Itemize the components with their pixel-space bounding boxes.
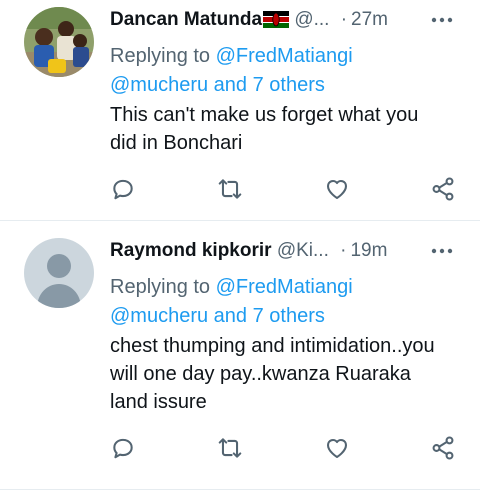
author-name[interactable]: Dancan Matunda xyxy=(110,9,262,30)
avatar-photo xyxy=(24,7,94,77)
share-button[interactable] xyxy=(430,435,456,461)
like-button[interactable] xyxy=(324,435,350,461)
timestamp[interactable]: 19m xyxy=(350,240,387,261)
retweet-icon xyxy=(218,179,242,199)
retweet-button[interactable] xyxy=(217,435,243,461)
like-icon xyxy=(326,439,348,459)
replying-to: Replying to @FredMatiangi xyxy=(110,43,353,69)
replying-to: Replying to @FredMatiangi xyxy=(110,274,353,300)
reply-others-link[interactable]: @mucheru and 7 others xyxy=(110,74,325,96)
more-icon[interactable] xyxy=(430,8,454,32)
tweet-actions xyxy=(110,435,466,461)
reply-button[interactable] xyxy=(110,435,136,461)
reply-to-link[interactable]: @FredMatiangi xyxy=(216,276,353,298)
reply-others-link[interactable]: @mucheru and 7 others xyxy=(110,305,325,327)
retweet-icon xyxy=(218,438,242,458)
tweet-header: Raymond kipkorir @Ki... · 19m xyxy=(110,239,466,263)
tweet[interactable]: Raymond kipkorir @Ki... · 19m Replying to… xyxy=(0,221,480,490)
like-button[interactable] xyxy=(324,176,350,202)
timestamp[interactable]: 27m xyxy=(351,9,388,30)
replying-to-label: Replying to xyxy=(110,276,211,298)
reply-icon xyxy=(113,179,133,200)
share-button[interactable] xyxy=(430,176,456,202)
kenya-flag-icon xyxy=(263,11,290,35)
replying-to-others: @mucheru and 7 others xyxy=(110,303,325,329)
retweet-button[interactable] xyxy=(217,176,243,202)
replying-to-others: @mucheru and 7 others xyxy=(110,72,325,98)
more-icon[interactable] xyxy=(430,239,454,263)
tweet-text: This can't make us forget what you did i… xyxy=(110,104,419,154)
separator: · xyxy=(340,240,347,261)
avatar[interactable] xyxy=(24,238,94,308)
author-handle[interactable]: @Ki... xyxy=(277,240,329,261)
avatar[interactable] xyxy=(24,7,94,77)
reply-button[interactable] xyxy=(110,176,136,202)
author-name[interactable]: Raymond kipkorir xyxy=(110,240,272,261)
tweet[interactable]: Dancan Matunda @... · 27m Replying to @Fr… xyxy=(0,0,480,221)
share-icon xyxy=(432,436,454,460)
separator: · xyxy=(340,9,348,30)
share-icon xyxy=(432,177,454,201)
replying-to-label: Replying to xyxy=(110,45,211,67)
reply-icon xyxy=(113,438,133,459)
tweet-header: Dancan Matunda @... · 27m xyxy=(110,8,466,32)
reply-to-link[interactable]: @FredMatiangi xyxy=(216,45,353,67)
author-handle[interactable]: @... xyxy=(294,9,329,30)
default-avatar-icon xyxy=(24,238,94,308)
like-icon xyxy=(326,180,348,200)
tweet-text: chest thumping and intimidation..you wil… xyxy=(110,335,435,413)
tweet-actions xyxy=(110,176,466,202)
